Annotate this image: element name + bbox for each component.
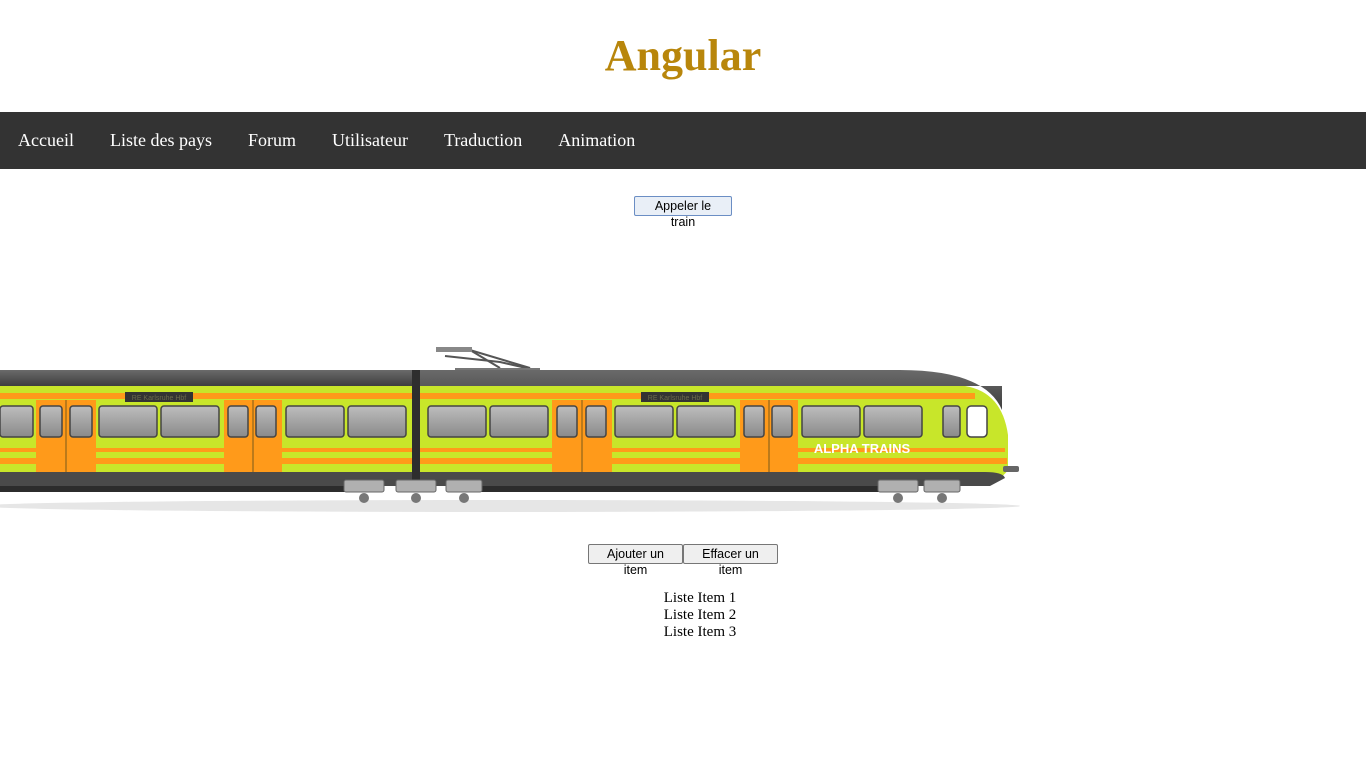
list-item: Liste Item 1 <box>663 590 737 606</box>
train-image: RE Karlsruhe Hbf RE Karlsruhe Hbf ALPHA … <box>0 347 1020 512</box>
item-list: Liste Item 1 Liste Item 2 Liste Item 3 <box>0 590 1366 641</box>
nav-item-utilisateur[interactable]: Utilisateur <box>314 112 426 169</box>
nav-item-animation[interactable]: Animation <box>540 112 653 169</box>
train-destination-sign-front: RE Karlsruhe Hbf <box>648 395 703 402</box>
item-buttons: Ajouter un item Effacer un item <box>588 544 778 577</box>
nav-item-liste-des-pays[interactable]: Liste des pays <box>92 112 230 169</box>
list-item: Liste Item 3 <box>663 624 737 640</box>
add-item-button[interactable]: Ajouter un item <box>588 544 683 577</box>
main-navbar: Accueil Liste des pays Forum Utilisateur… <box>0 112 1366 169</box>
nav-item-traduction[interactable]: Traduction <box>426 112 540 169</box>
nav-item-forum[interactable]: Forum <box>230 112 314 169</box>
train-animation: RE Karlsruhe Hbf RE Karlsruhe Hbf ALPHA … <box>0 340 1030 520</box>
list-item: Liste Item 2 <box>663 607 737 623</box>
nav-item-accueil[interactable]: Accueil <box>0 112 92 169</box>
train-destination-sign-rear: RE Karlsruhe Hbf <box>132 395 187 402</box>
remove-item-button[interactable]: Effacer un item <box>683 544 778 577</box>
train-brand-label: ALPHA TRAINS <box>814 441 911 456</box>
call-train-button[interactable]: Appeler le train <box>634 196 732 229</box>
page-title: Angular <box>604 31 762 80</box>
